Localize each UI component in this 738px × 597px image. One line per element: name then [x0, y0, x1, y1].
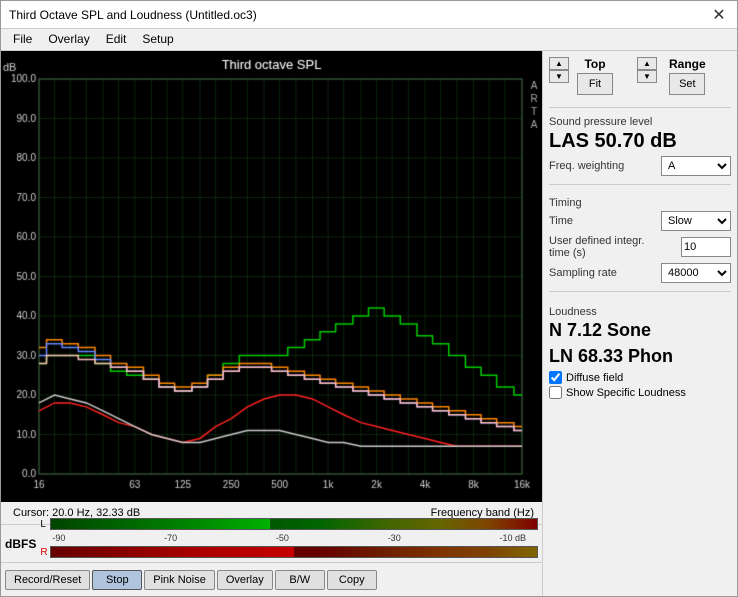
tick-L-30: -30 [388, 533, 401, 543]
sampling-rate-dropdown[interactable]: 48000 44100 96000 [661, 263, 731, 283]
diffuse-field-row: Diffuse field [549, 371, 731, 384]
top-spin-arrows: ▲ ▼ [549, 57, 569, 83]
show-specific-checkbox[interactable] [549, 386, 562, 399]
menu-overlay[interactable]: Overlay [40, 31, 97, 48]
range-up-arrow[interactable]: ▲ [637, 57, 657, 70]
range-set-col: Range Set [665, 57, 710, 95]
time-dropdown[interactable]: Slow Fast Impulse [661, 211, 731, 231]
top-up-arrow[interactable]: ▲ [549, 57, 569, 70]
menu-bar: File Overlay Edit Setup [1, 29, 737, 51]
diffuse-field-checkbox[interactable] [549, 371, 562, 384]
user-defined-label: User defined integr. time (s) [549, 235, 659, 259]
set-button[interactable]: Set [669, 73, 705, 95]
loudness-ln: LN 68.33 Phon [549, 346, 731, 368]
level-row-L: L [40, 516, 538, 532]
loudness-section: Loudness N 7.12 Sone LN 68.33 Phon Diffu… [549, 302, 731, 401]
spl-reading: LAS 50.70 dB [549, 130, 731, 152]
timing-label: Timing [549, 197, 731, 209]
range-label: Range [665, 57, 710, 71]
L-label: L [40, 519, 50, 530]
range-spin-col: ▲ ▼ [637, 57, 657, 83]
window-title: Third Octave SPL and Loudness (Untitled.… [9, 8, 257, 22]
tick-L-50: -50 [276, 533, 289, 543]
range-spin-arrows: ▲ ▼ [637, 57, 657, 83]
timing-section: Timing Time Slow Fast Impulse User defin… [549, 193, 731, 287]
overlay-button[interactable]: Overlay [217, 570, 273, 590]
menu-file[interactable]: File [5, 31, 40, 48]
bw-button[interactable]: B/W [275, 570, 325, 590]
freq-weighting-row: Freq. weighting A B C Z [549, 156, 731, 176]
tick-L-90: -90 [52, 533, 65, 543]
tick-L-10: -10 dB [499, 533, 526, 543]
main-window: Third Octave SPL and Loudness (Untitled.… [0, 0, 738, 597]
record-reset-button[interactable]: Record/Reset [5, 570, 90, 590]
menu-edit[interactable]: Edit [98, 31, 135, 48]
user-defined-row: User defined integr. time (s) [549, 235, 731, 259]
top-range-section: ▲ ▼ Top Fit ▲ ▼ Range Set [549, 57, 731, 95]
divider-2 [549, 184, 731, 185]
stop-button[interactable]: Stop [92, 570, 142, 590]
chart-canvas [1, 51, 542, 502]
spl-section-label: Sound pressure level [549, 116, 731, 128]
level-bar-R [50, 546, 538, 558]
level-row-R: R [40, 544, 538, 560]
chart-area: Cursor: 20.0 Hz, 32.33 dB Frequency band… [1, 51, 542, 596]
top-down-arrow[interactable]: ▼ [549, 70, 569, 83]
sampling-rate-row: Sampling rate 48000 44100 96000 [549, 263, 731, 283]
right-panel: ▲ ▼ Top Fit ▲ ▼ Range Set [542, 51, 737, 596]
pink-noise-button[interactable]: Pink Noise [144, 570, 215, 590]
loudness-n: N 7.12 Sone [549, 320, 731, 342]
copy-button[interactable]: Copy [327, 570, 377, 590]
main-content: Cursor: 20.0 Hz, 32.33 dB Frequency band… [1, 51, 737, 596]
menu-setup[interactable]: Setup [134, 31, 181, 48]
show-specific-row: Show Specific Loudness [549, 386, 731, 399]
dBFS-label: dBFS [5, 537, 36, 551]
top-label: Top [580, 57, 609, 71]
freq-weighting-dropdown[interactable]: A B C Z [661, 156, 731, 176]
R-label: R [40, 547, 50, 558]
fit-button[interactable]: Fit [577, 73, 613, 95]
top-fit-col: Top Fit [577, 57, 613, 95]
top-spin-col: ▲ ▼ [549, 57, 569, 83]
title-bar: Third Octave SPL and Loudness (Untitled.… [1, 1, 737, 29]
level-bar-L [50, 518, 538, 530]
show-specific-label: Show Specific Loudness [566, 387, 686, 399]
level-tick-labels-top: -90 -70 -50 -30 -10 dB [40, 533, 538, 543]
diffuse-field-label: Diffuse field [566, 372, 623, 384]
spl-section: Sound pressure level LAS 50.70 dB Freq. … [549, 112, 731, 180]
loudness-label: Loudness [549, 306, 731, 318]
user-defined-input[interactable] [681, 237, 731, 257]
tick-L-70: -70 [164, 533, 177, 543]
sampling-rate-label: Sampling rate [549, 267, 617, 279]
bottom-buttons: Record/Reset Stop Pink Noise Overlay B/W… [1, 562, 542, 596]
freq-weighting-label: Freq. weighting [549, 160, 624, 172]
time-label: Time [549, 215, 573, 227]
close-button[interactable]: ✕ [709, 5, 729, 25]
divider-1 [549, 107, 731, 108]
time-row: Time Slow Fast Impulse [549, 211, 731, 231]
dBFS-bar: dBFS L -90 -70 -50 -30 -10 dB [1, 524, 542, 562]
divider-3 [549, 291, 731, 292]
range-down-arrow[interactable]: ▼ [637, 70, 657, 83]
